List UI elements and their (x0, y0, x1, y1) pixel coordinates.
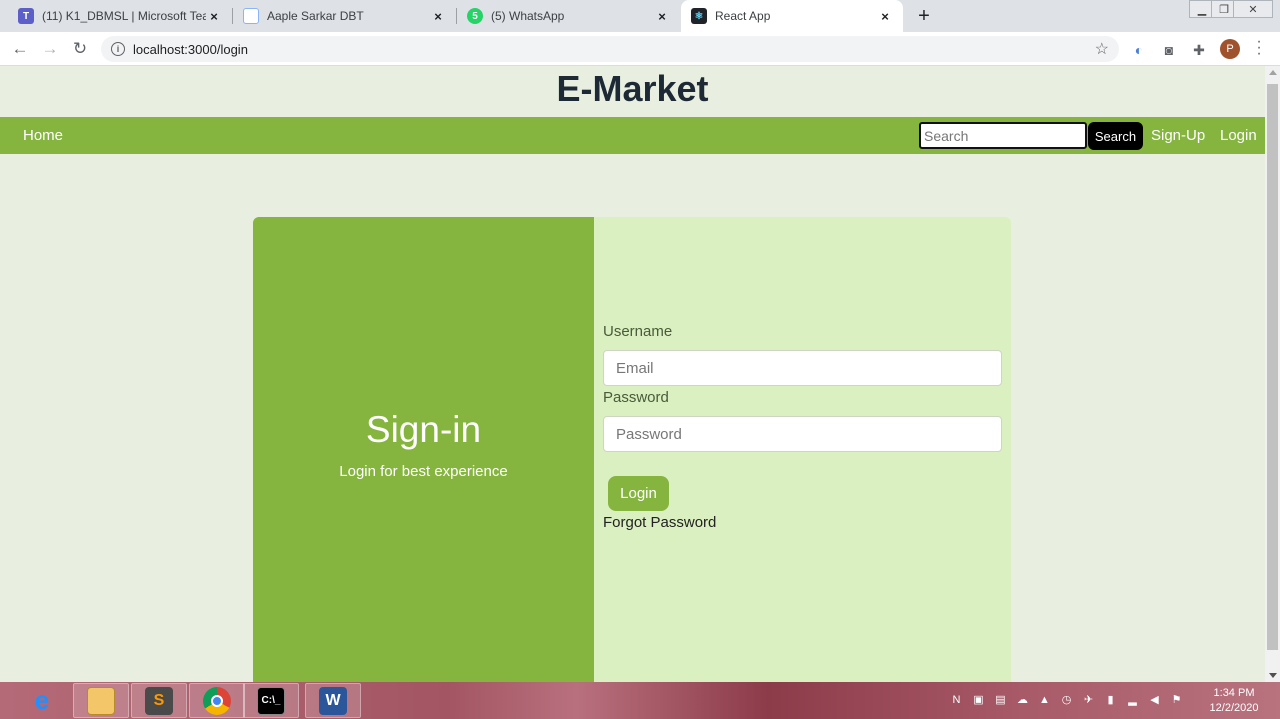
close-icon[interactable]: × (206, 8, 222, 24)
close-icon[interactable]: × (430, 8, 446, 24)
web-page: E-Market Home Search Sign-Up Login Sign-… (0, 66, 1265, 682)
nav-login-link[interactable]: Login (1220, 127, 1257, 144)
scroll-down-icon[interactable] (1269, 673, 1277, 678)
volume-icon[interactable]: ◀ (1146, 691, 1163, 708)
tray-icon[interactable]: ▲ (1036, 691, 1053, 708)
new-tab-button[interactable]: + (912, 4, 936, 28)
close-icon[interactable]: × (654, 8, 670, 24)
signin-panel: Sign-in Login for best experience (253, 217, 594, 682)
document-icon (243, 8, 259, 24)
tab-title: (11) K1_DBMSL | Microsoft Teams (42, 9, 206, 23)
menu-dots-icon[interactable]: · · · (1254, 34, 1264, 62)
navbar: Home Search Sign-Up Login (0, 117, 1265, 154)
login-card: Sign-in Login for best experience Userna… (253, 217, 1011, 682)
username-label: Username (603, 323, 673, 340)
tab-teams[interactable]: T (11) K1_DBMSL | Microsoft Teams × (0, 0, 232, 32)
back-arrow-icon[interactable]: ← (9, 38, 31, 60)
extension-icon[interactable]: ◐ (1130, 41, 1148, 59)
reload-icon[interactable]: ↻ (69, 38, 91, 60)
close-window-button[interactable]: ✕ (1233, 0, 1273, 18)
login-form: Username Password Login Forgot Password (594, 217, 1011, 682)
signin-heading: Sign-in (365, 409, 482, 450)
bookmark-star-icon[interactable]: ☆ (1095, 39, 1109, 59)
camera-icon[interactable]: ◙ (1160, 41, 1178, 59)
scroll-thumb[interactable] (1267, 84, 1278, 650)
whatsapp-icon: 5 (467, 8, 483, 24)
tray-icon[interactable]: N (948, 691, 965, 708)
internet-explorer-icon[interactable]: e (14, 683, 70, 718)
word-icon[interactable]: W (305, 683, 361, 718)
info-icon[interactable]: i (111, 42, 125, 56)
forgot-password-link[interactable]: Forgot Password (603, 514, 716, 531)
tray-icon[interactable]: ☁ (1014, 691, 1031, 708)
password-label: Password (603, 389, 669, 406)
signal-icon[interactable]: ▂ (1124, 691, 1141, 708)
system-tray: N ▣ ▤ ☁ ▲ ◷ ✈ ▮ ▂ ◀ ⚑ (948, 691, 1185, 709)
react-icon: ⚛ (691, 8, 707, 24)
tray-icon[interactable]: ✈ (1080, 691, 1097, 708)
command-prompt-icon[interactable]: C:\_ (243, 683, 299, 718)
taskbar-clock[interactable]: 1:34 PM 12/2/2020 (1202, 686, 1266, 716)
browser-toolbar: ← → ↻ i localhost:3000/login ☆ ◐ ◙ ✚ P ·… (0, 32, 1280, 66)
clock-time: 1:34 PM (1213, 687, 1255, 699)
tab-title: React App (715, 9, 771, 23)
tray-icon[interactable]: ▤ (992, 691, 1009, 708)
tray-icon[interactable]: ◷ (1058, 691, 1075, 708)
tray-icon[interactable]: ▣ (970, 691, 987, 708)
tab-title: (5) WhatsApp (491, 9, 565, 23)
profile-avatar[interactable]: P (1220, 39, 1240, 59)
puzzle-icon[interactable]: ✚ (1190, 41, 1208, 59)
clock-date: 12/2/2020 (1209, 702, 1259, 714)
flag-icon[interactable]: ⚑ (1168, 691, 1185, 708)
vertical-scrollbar[interactable] (1265, 66, 1280, 682)
email-field[interactable] (603, 350, 1002, 386)
password-field[interactable] (603, 416, 1002, 452)
tab-react-app[interactable]: ⚛ React App × (681, 0, 903, 32)
address-bar[interactable]: i localhost:3000/login ☆ (101, 36, 1119, 62)
chrome-icon[interactable] (189, 683, 245, 718)
nav-signup-link[interactable]: Sign-Up (1151, 127, 1205, 144)
signin-subheading: Login for best experience (339, 463, 508, 480)
search-input[interactable] (919, 122, 1087, 149)
nav-home-link[interactable]: Home (23, 127, 63, 144)
forward-arrow-icon[interactable]: → (39, 38, 61, 60)
url-text: localhost:3000/login (133, 41, 248, 57)
close-icon[interactable]: × (877, 8, 893, 24)
page-title: E-Market (556, 68, 709, 109)
sublime-text-icon[interactable]: S (131, 683, 187, 718)
tab-title: Aaple Sarkar DBT (267, 9, 364, 23)
file-explorer-icon[interactable] (73, 683, 129, 718)
battery-icon[interactable]: ▮ (1102, 691, 1119, 708)
login-button[interactable]: Login (608, 476, 669, 511)
tab-aaple-sarkar[interactable]: Aaple Sarkar DBT × (233, 0, 456, 32)
scroll-up-icon[interactable] (1269, 70, 1277, 75)
tab-strip: T (11) K1_DBMSL | Microsoft Teams × Aapl… (0, 0, 1280, 32)
teams-icon: T (18, 8, 34, 24)
tab-whatsapp[interactable]: 5 (5) WhatsApp × (457, 0, 680, 32)
search-button[interactable]: Search (1088, 122, 1143, 150)
taskbar: e S C:\_ W N ▣ ▤ ☁ ▲ ◷ ✈ ▮ ▂ ◀ ⚑ 1:34 PM… (0, 682, 1280, 719)
